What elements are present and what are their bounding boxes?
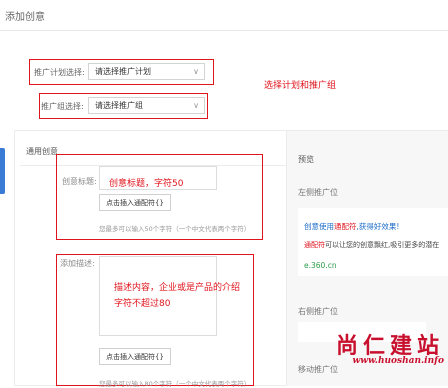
plan-select-value: 请选择推广计划 <box>95 67 151 76</box>
plan-select[interactable]: 请选择推广计划 ∨ <box>88 63 205 80</box>
creative-title-label: 创意标题: <box>62 177 97 186</box>
chevron-down-icon: ∨ <box>193 67 199 76</box>
description-annotation-line2: 字符不超过80 <box>114 299 171 309</box>
right-position-label: 右侧推广位 <box>298 307 338 316</box>
title-hint: 您最多可以输入50个字符（一个中文代表两个字符） <box>99 225 251 233</box>
title-annotation: 创意标题，字符50 <box>109 179 184 189</box>
creative-section-title: 通用创意 <box>26 147 58 156</box>
description-label: 添加描述: <box>60 259 95 268</box>
chevron-down-icon: ∨ <box>193 101 199 110</box>
group-select[interactable]: 请选择推广组 ∨ <box>88 97 205 114</box>
plan-group-annotation: 选择计划和推广组 <box>264 81 337 91</box>
title-insert-wildcard-button[interactable]: 点击插入通配符{} <box>99 194 171 211</box>
plan-select-label: 推广计划选择: <box>34 68 85 77</box>
watermark-url: www.huoshan.info <box>352 356 444 366</box>
description-annotation-line1: 描述内容，企业或是产品的介绍 <box>114 283 241 293</box>
group-select-value: 请选择推广组 <box>95 101 143 110</box>
preview-ad-url: e.360.cn <box>304 261 337 270</box>
preview-ad-description: 通配符可以让您的创意飘红,吸引更多的潜在 <box>304 241 440 249</box>
side-tab[interactable] <box>0 148 5 194</box>
preview-title: 预览 <box>298 155 314 164</box>
header-divider <box>0 30 448 31</box>
description-insert-wildcard-button[interactable]: 点击插入通配符{} <box>99 348 171 365</box>
group-select-label: 推广组选择: <box>41 102 84 111</box>
page-title: 添加创意 <box>5 12 45 23</box>
description-hint: 您最多可以输入80个字符（一个中文代表两个字符） <box>99 380 251 388</box>
mobile-position-label: 移动推广位 <box>298 365 338 374</box>
preview-ad-title: 创意使用通配符,获得好效果! <box>304 222 400 231</box>
left-position-label: 左侧推广位 <box>298 188 338 197</box>
